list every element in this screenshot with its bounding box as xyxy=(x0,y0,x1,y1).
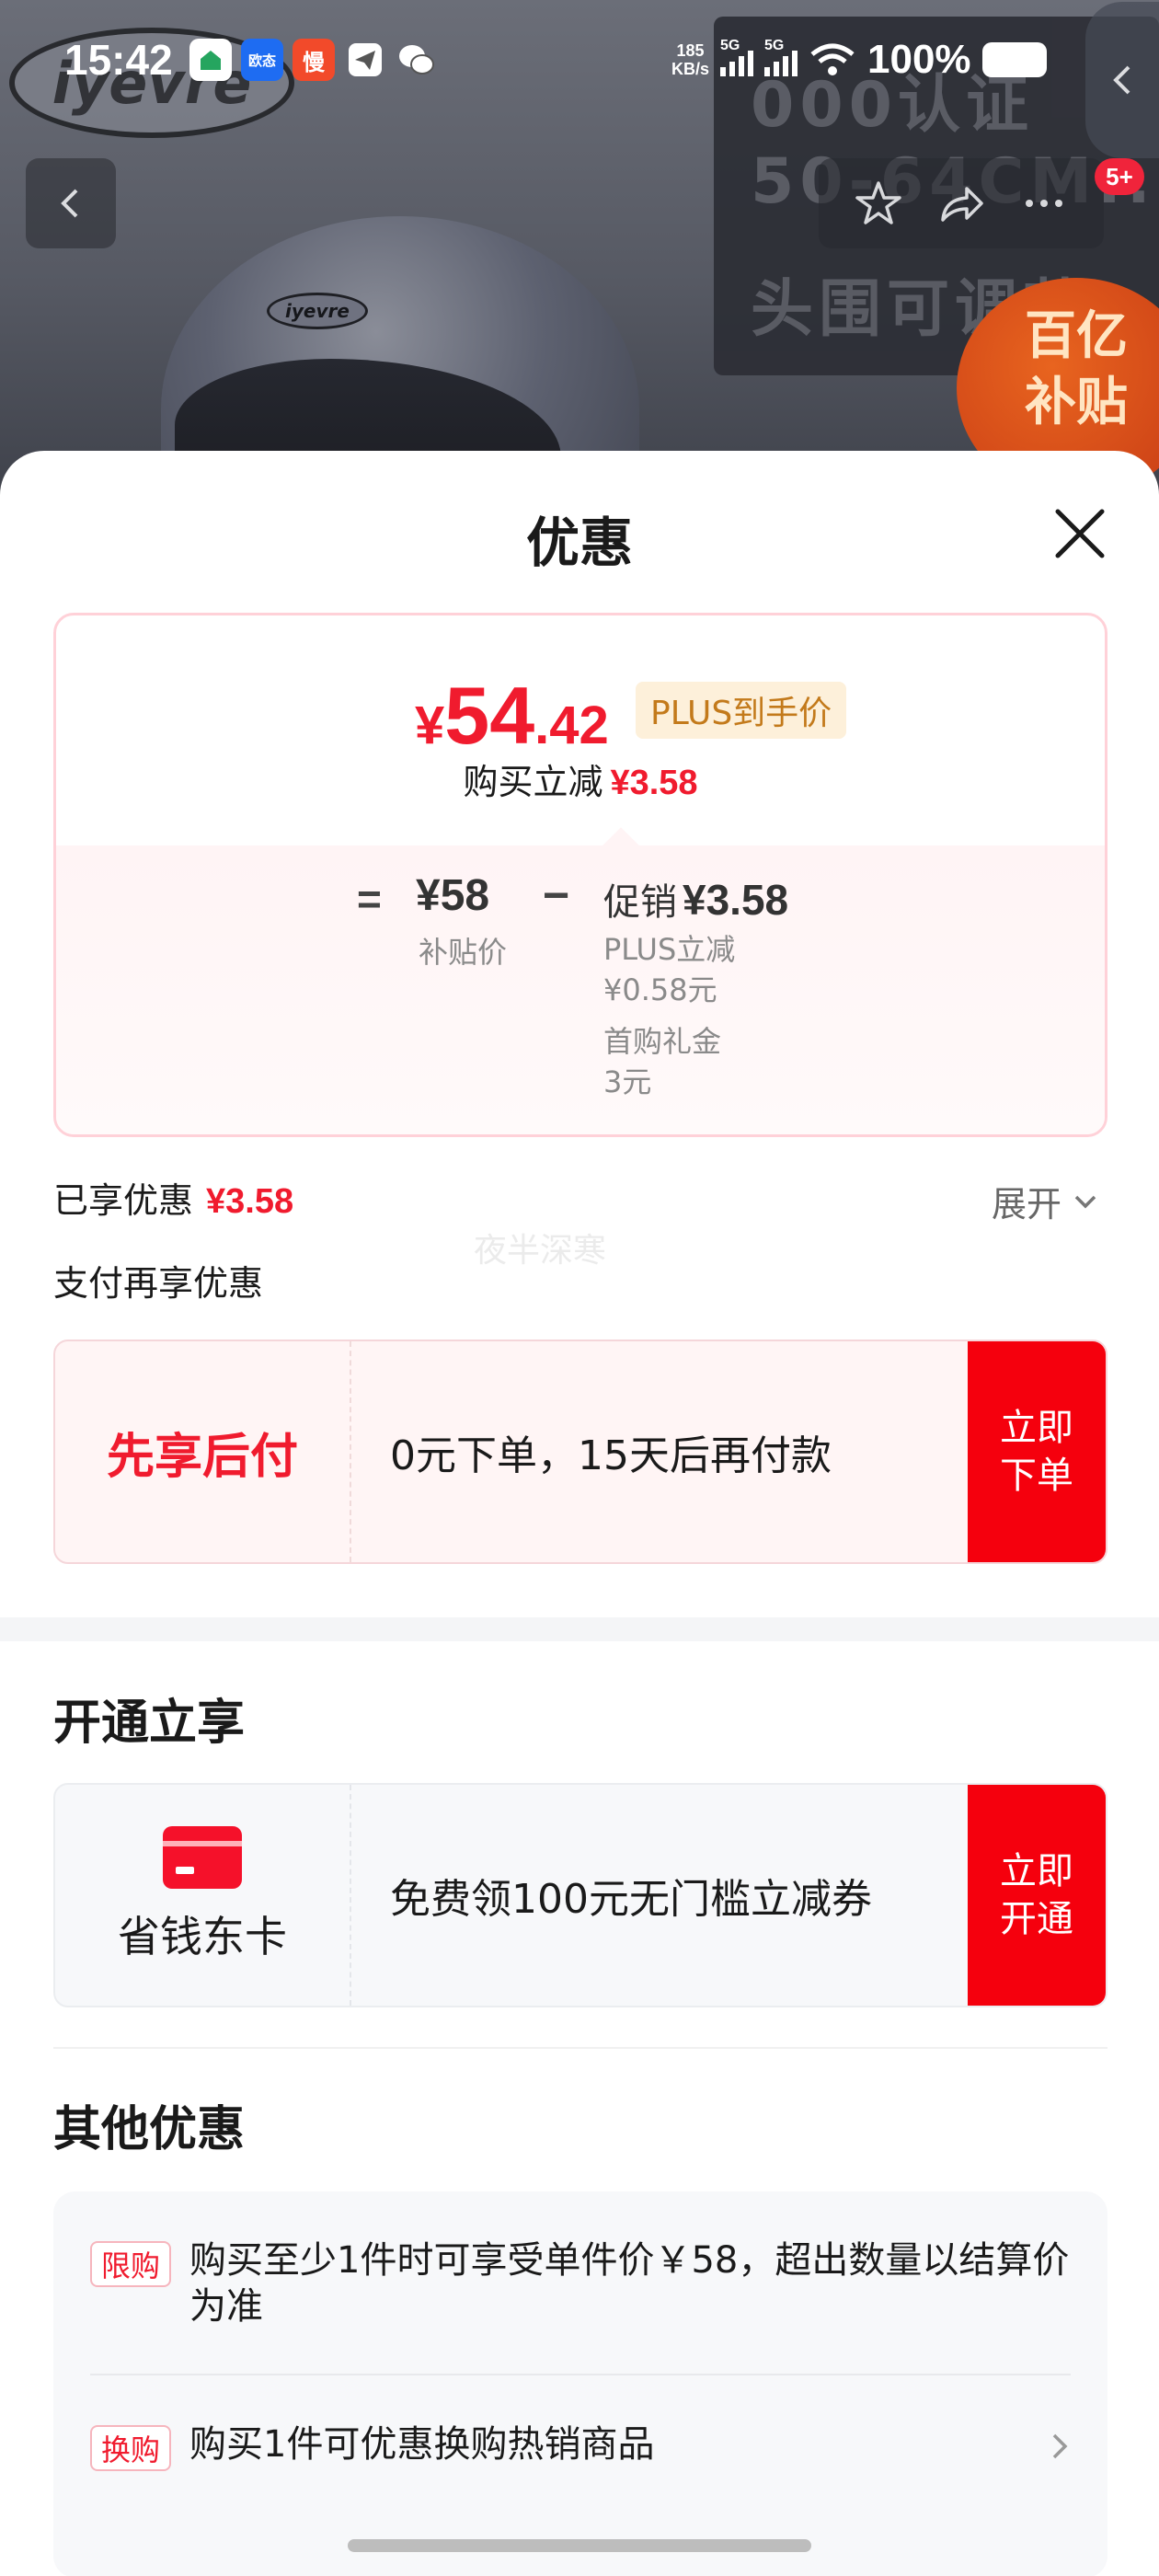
pay-more-label: 支付再享优惠 xyxy=(53,1263,264,1304)
base-price-label: 补贴价 xyxy=(419,935,508,970)
order-now-button[interactable]: 立即 下单 xyxy=(968,1341,1106,1562)
more-icon[interactable] xyxy=(1018,178,1070,229)
status-app-icons: 欧态 慢 xyxy=(189,39,438,81)
battery-percent: 100% xyxy=(867,37,971,82)
status-bar: 15:42 欧态 慢 185 KB/s 5G 5G 100% xyxy=(0,0,1159,129)
chevron-right-icon xyxy=(1052,2433,1068,2459)
promo-total: 促销 ¥3.58 xyxy=(603,876,789,924)
signal-2-icon: 5G xyxy=(764,38,798,76)
other-offers-title: 其他优惠 xyxy=(53,2102,246,2157)
list-item: 限购 购买至少1件时可享受单件价￥58，超出数量以结算价为准 xyxy=(90,2237,1071,2329)
credit-card-icon xyxy=(163,1826,242,1889)
send-icon xyxy=(344,39,386,81)
favorite-star-icon[interactable] xyxy=(853,178,904,229)
promo-detail-plus: PLUS立减 ¥0.58元 xyxy=(603,932,736,1007)
trade-in-tag: 换购 xyxy=(90,2425,172,2471)
wifi-icon xyxy=(810,43,855,75)
formula-equals: = xyxy=(357,875,382,923)
home-app-icon xyxy=(189,39,232,81)
man-app-icon: 慢 xyxy=(293,39,335,81)
chevron-left-icon xyxy=(1113,65,1130,95)
battery-icon xyxy=(981,42,1047,77)
final-price: ¥54.42 xyxy=(415,670,609,761)
chevron-left-icon xyxy=(61,189,78,218)
back-button[interactable] xyxy=(26,158,116,248)
savings-card-label-area: 省钱东卡 xyxy=(55,1785,351,2006)
share-icon[interactable] xyxy=(935,178,987,229)
bnpl-label-area: 先享后付 xyxy=(55,1341,351,1562)
list-item-text: 购买1件可优惠换购热销商品 xyxy=(189,2423,655,2466)
subsidy-badge-text: 百亿补贴 xyxy=(1025,306,1128,432)
activate-now-button[interactable]: 立即 开通 xyxy=(968,1785,1106,2006)
section-divider xyxy=(0,1617,1159,1641)
open-section-title: 开通立享 xyxy=(53,1696,246,1751)
signal-1-icon: 5G xyxy=(720,38,754,76)
list-divider xyxy=(90,2374,1071,2375)
list-item-text: 购买至少1件时可享受单件价￥58，超出数量以结算价为准 xyxy=(189,2239,1070,2328)
chevron-down-icon xyxy=(1074,1195,1096,1208)
section-rule xyxy=(53,2047,1107,2049)
status-time: 15:42 xyxy=(64,36,173,84)
net-speed: 185 KB/s xyxy=(671,41,710,78)
enjoyed-discount: 已享优惠 ¥3.58 xyxy=(53,1180,294,1221)
wechat-icon xyxy=(396,39,438,81)
close-button[interactable] xyxy=(1049,502,1111,565)
bnpl-offer-card: 先享后付 0元下单，15天后再付款 立即 下单 xyxy=(53,1340,1107,1564)
close-icon xyxy=(1055,509,1105,558)
helmet-logo-text: iyevre xyxy=(285,300,350,322)
price-formula-area xyxy=(56,845,1105,1134)
base-price: ¥58 xyxy=(416,871,490,920)
formula-minus: − xyxy=(543,869,570,921)
bnpl-text: 0元下单，15天后再付款 xyxy=(390,1432,832,1479)
sheet-title: 优惠 xyxy=(525,512,633,574)
status-right: 185 KB/s 5G 5G 100% xyxy=(671,37,1047,83)
watermark-text: 夜半深寒 xyxy=(474,1232,607,1270)
plus-price-tag: PLUS到手价 xyxy=(636,682,847,739)
home-indicator[interactable] xyxy=(348,2539,811,2552)
savings-card-offer: 省钱东卡 免费领100元无门槛立减券 立即 开通 xyxy=(53,1783,1107,2007)
bnpl-label: 先享后付 xyxy=(106,1429,298,1485)
trade-in-item[interactable]: 换购 购买1件可优惠换购热销商品 xyxy=(90,2421,1071,2471)
oumtai-app-icon: 欧态 xyxy=(241,39,283,81)
savings-card-text: 免费领100元无门槛立减券 xyxy=(390,1876,872,1923)
instant-reduction: 购买立减 ¥3.58 xyxy=(463,762,698,802)
message-count-badge: 5+ xyxy=(1095,158,1144,195)
floating-side-tab[interactable] xyxy=(1085,2,1159,158)
promo-detail-first-buy: 首购礼金 3元 xyxy=(603,1024,722,1099)
header-actions xyxy=(819,158,1104,248)
limit-tag: 限购 xyxy=(90,2241,172,2287)
expand-button[interactable]: 展开 xyxy=(992,1176,1098,1226)
savings-card-label: 省钱东卡 xyxy=(118,1912,287,1961)
price-breakdown-card: ¥54.42 PLUS到手价 购买立减 ¥3.58 xyxy=(53,613,1107,1137)
helmet-logo: iyevre xyxy=(267,293,368,329)
